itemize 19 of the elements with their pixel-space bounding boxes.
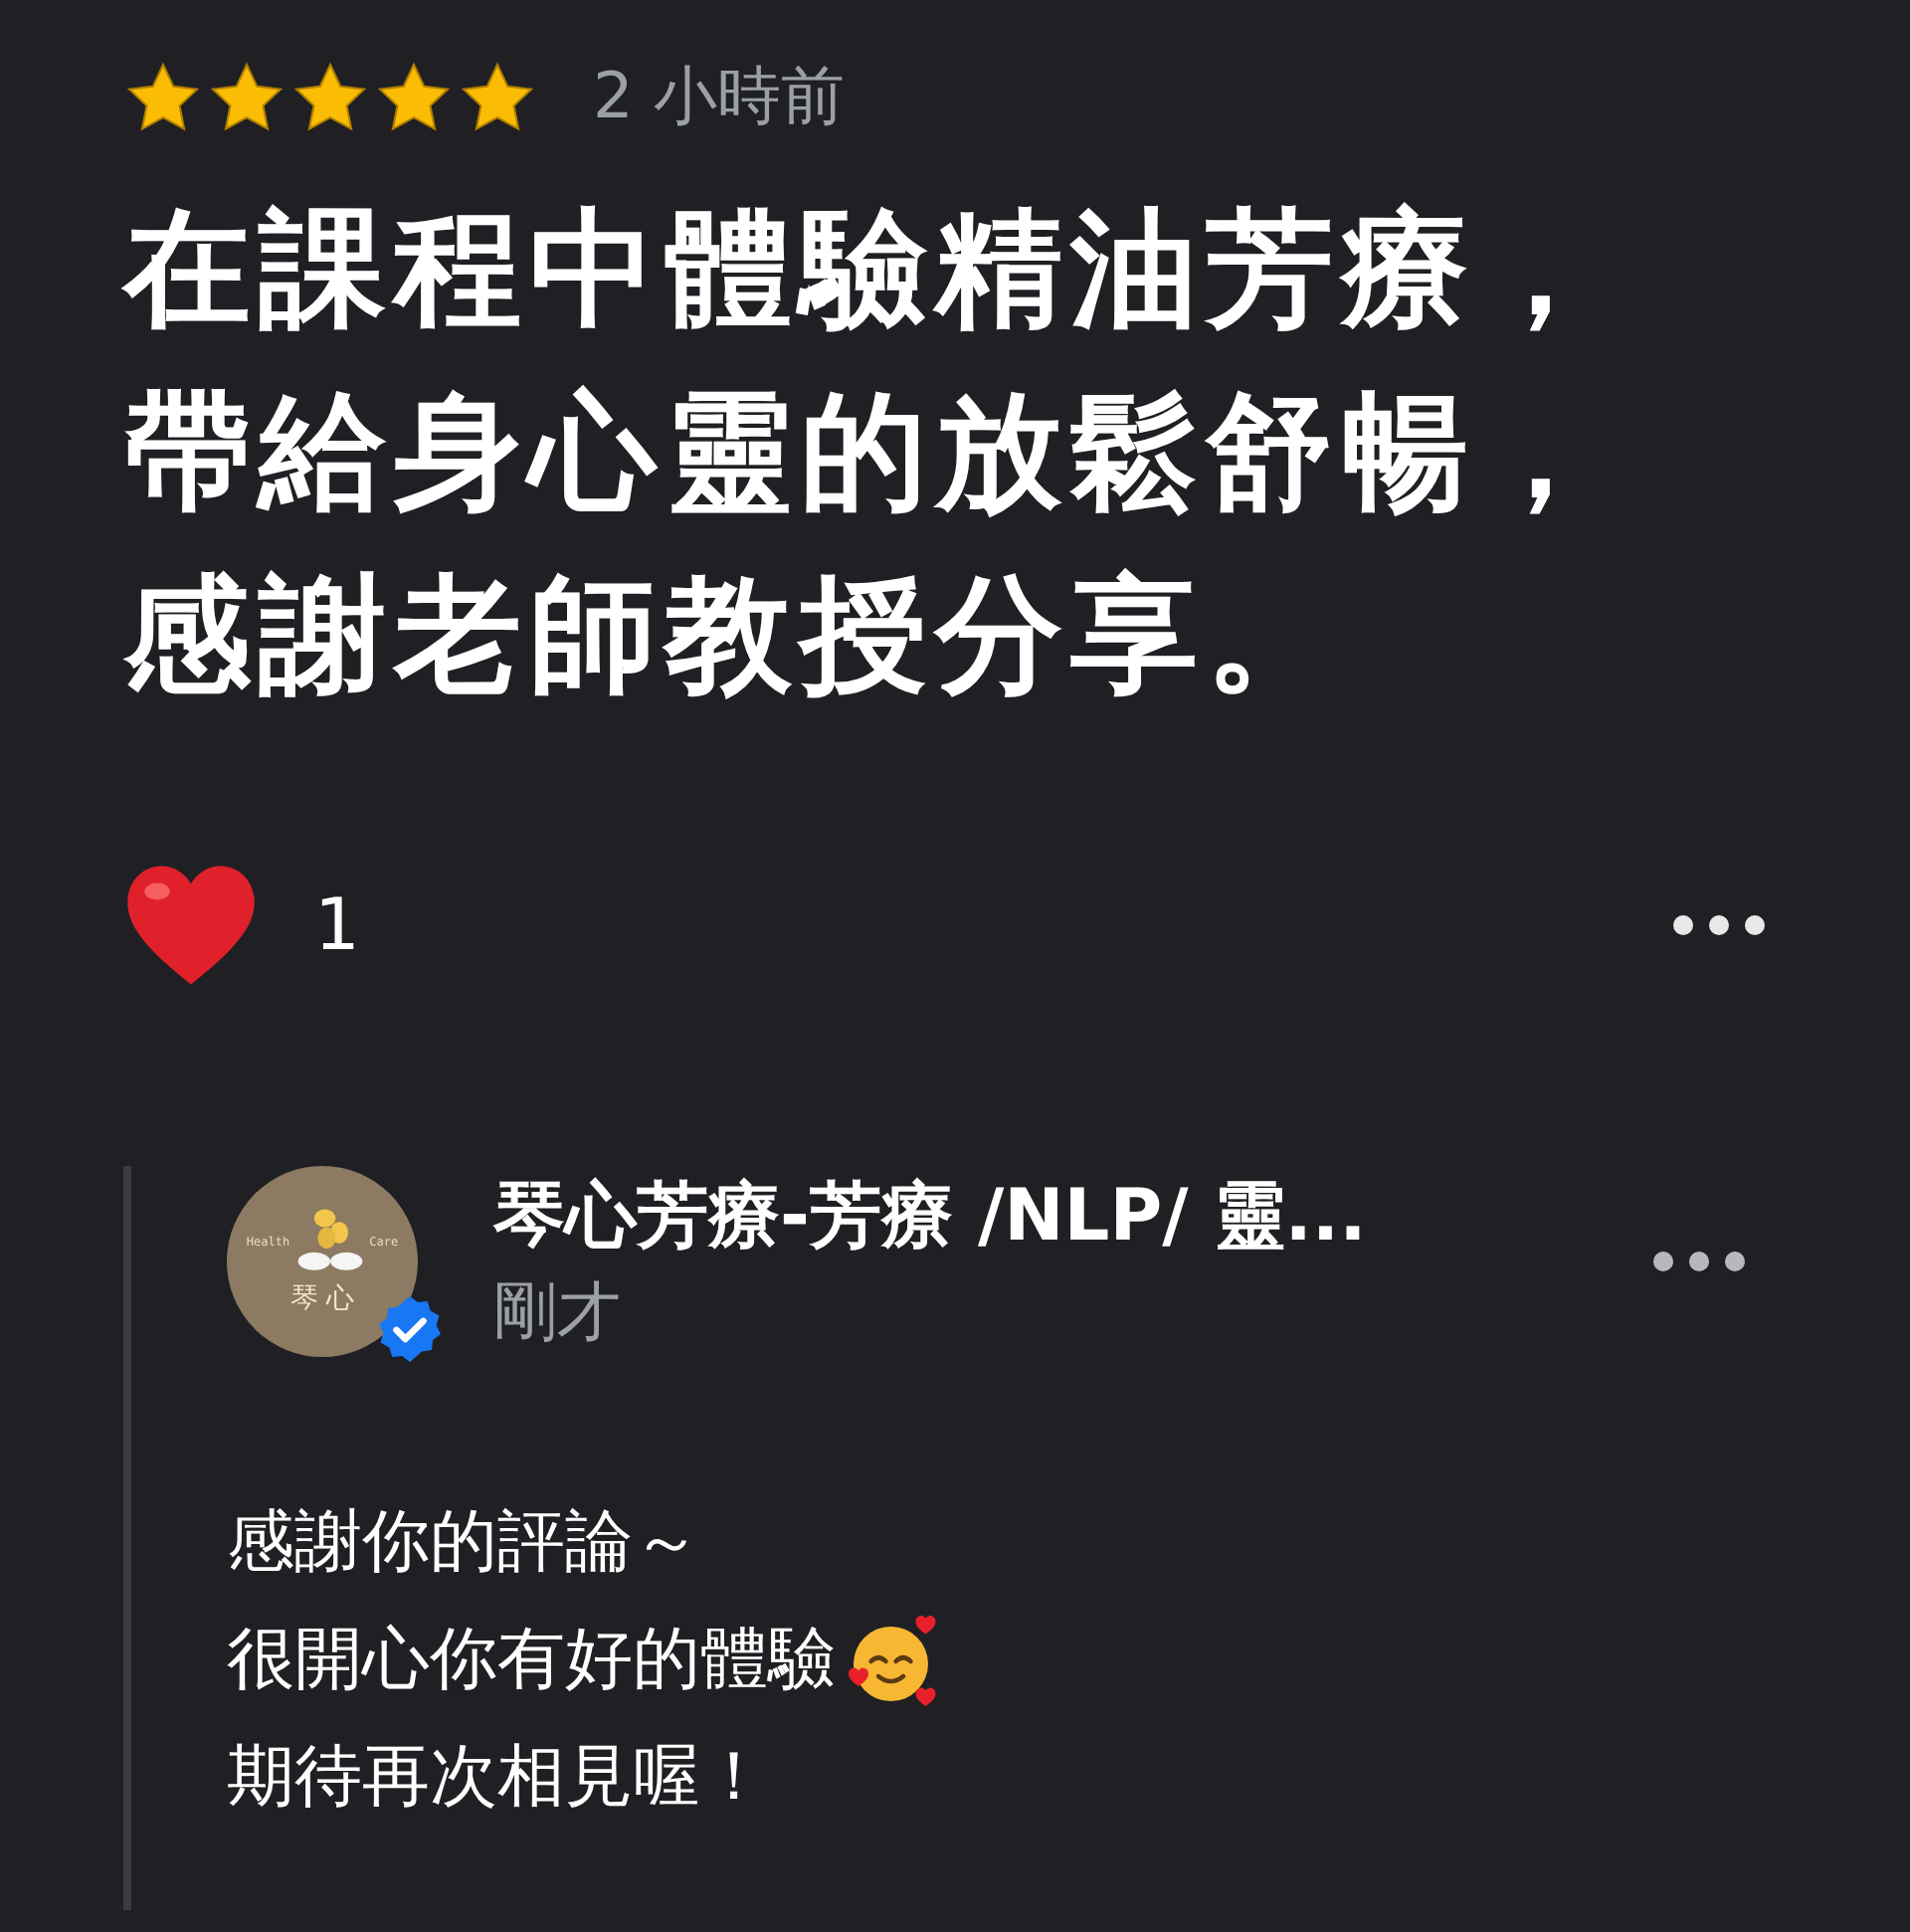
review-text-line: 在課程中體驗精油芳療，: [123, 195, 1614, 348]
star-icon: [458, 60, 537, 135]
review-text-line: 帶給身心靈的放鬆舒暢，: [123, 378, 1614, 531]
author-name[interactable]: 琴心芳療-芳療 /NLP/ 靈...: [493, 1170, 1367, 1265]
more-options-icon[interactable]: [1651, 1250, 1747, 1273]
reply-text-line: 很開心你有好的體驗: [227, 1618, 836, 1703]
star-icon: [374, 60, 454, 135]
reply-text-line: 感謝你的評論～: [227, 1500, 700, 1586]
star-icon: [290, 60, 370, 135]
review-text-line: 感謝老師教授分享。: [123, 561, 1343, 714]
more-options-icon[interactable]: [1671, 913, 1767, 937]
star-icon: [207, 60, 286, 135]
review-time: 2 小時前: [593, 56, 846, 137]
star-icon: [123, 60, 203, 135]
reply-time: 剛才: [493, 1271, 623, 1353]
heart-icon[interactable]: [123, 862, 259, 989]
reaction-count: 1: [314, 884, 360, 966]
avatar-label: 琴 心: [289, 1281, 355, 1317]
reply-text-line: 期待再次相見喔！: [227, 1735, 768, 1821]
